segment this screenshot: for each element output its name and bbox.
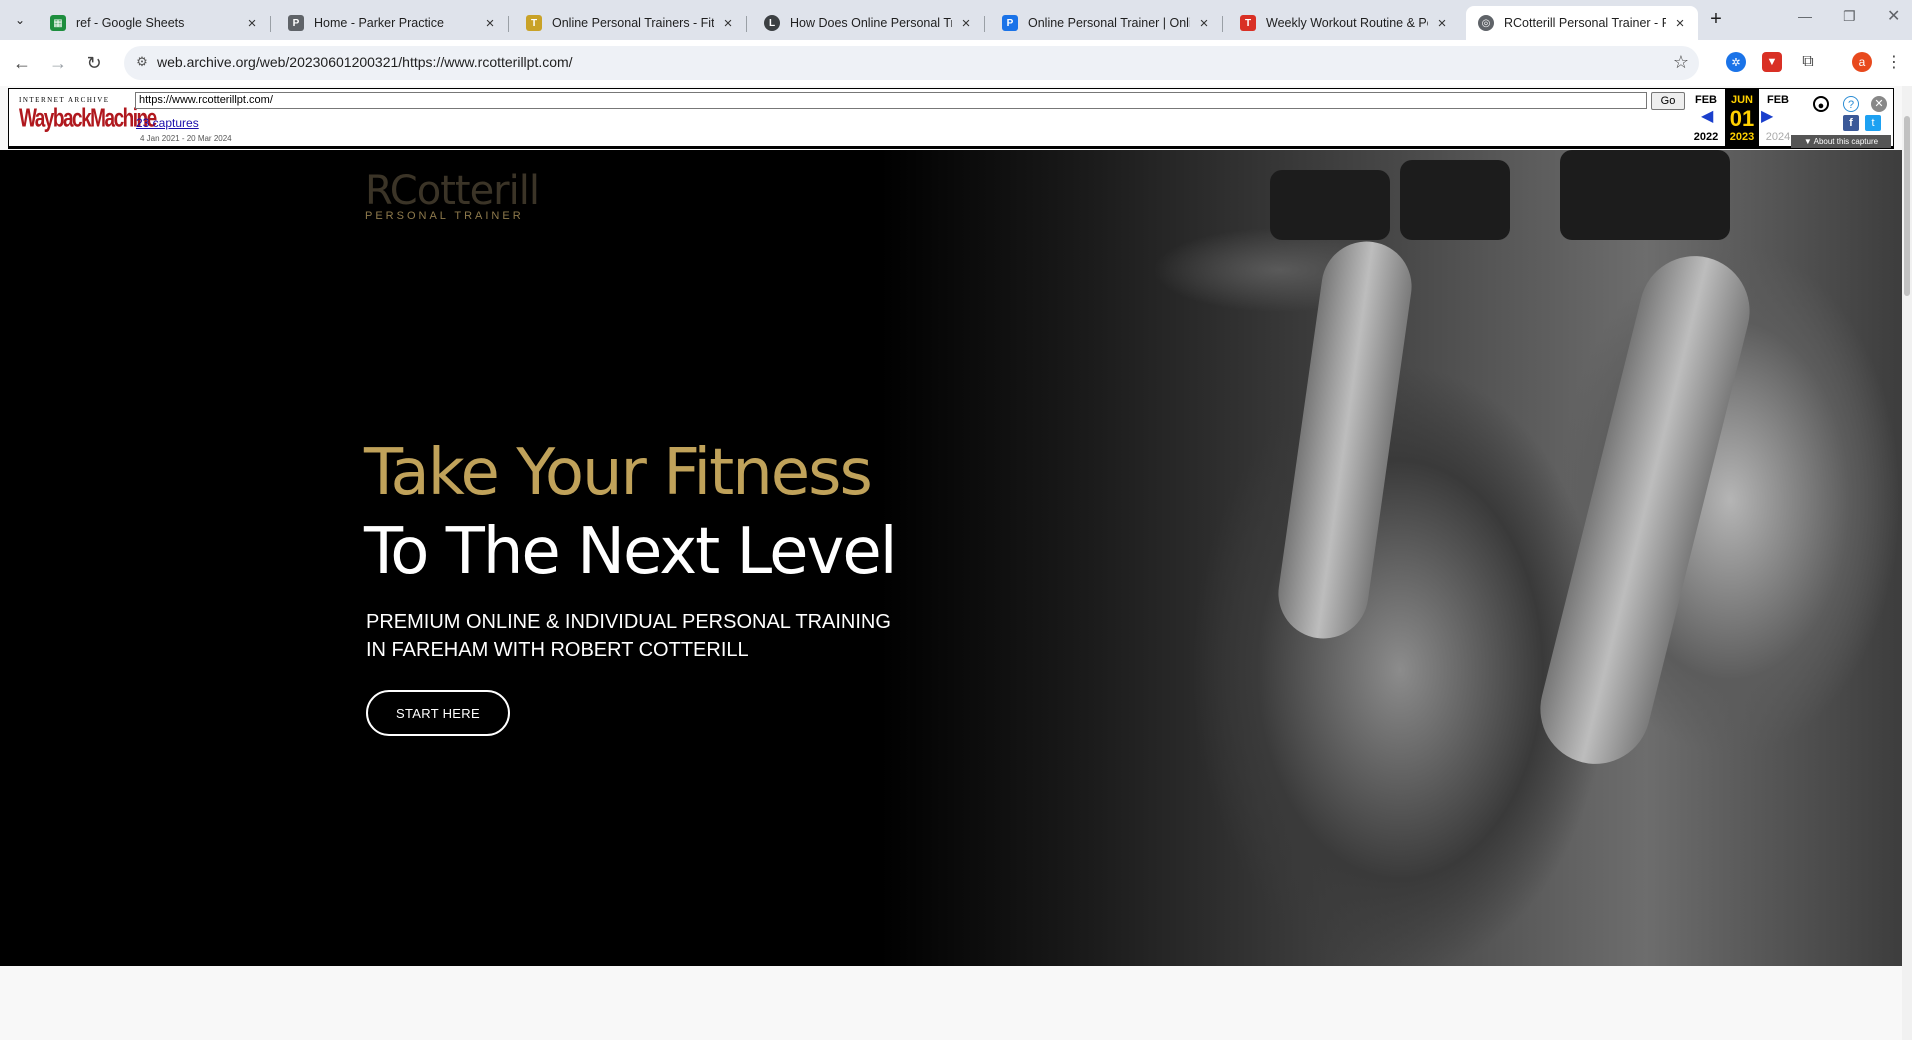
menu-kebab-icon[interactable]: ⋮ <box>1884 52 1904 72</box>
tab-online-personal-trainer[interactable]: P Online Personal Trainer | Online × <box>990 6 1223 40</box>
address-bar-url[interactable]: web.archive.org/web/20230601200321/https… <box>157 54 573 70</box>
bookmark-star-icon[interactable]: ☆ <box>1673 52 1689 73</box>
tab-separator <box>984 16 985 32</box>
tab-strip: ⌄ ▦ ref - Google Sheets × P Home - Parke… <box>0 0 1912 40</box>
tab-title: Online Personal Trainers - Fitne <box>552 16 714 30</box>
back-icon[interactable]: ← <box>10 51 34 75</box>
site-info-icon[interactable]: ⚙ <box>133 54 151 72</box>
next-year: 2024 <box>1765 131 1791 143</box>
dumbbell-shape <box>1400 160 1510 240</box>
wayback-url-input[interactable]: https://www.rcotterillpt.com/ <box>135 92 1647 109</box>
facebook-icon[interactable]: f <box>1843 115 1859 131</box>
help-icon[interactable]: ? <box>1843 96 1859 112</box>
tab-separator <box>1222 16 1223 32</box>
tab-separator <box>746 16 747 32</box>
close-tab-icon[interactable]: × <box>1672 15 1688 32</box>
tab-title: How Does Online Personal Trai <box>790 16 952 30</box>
arm-shape <box>1272 235 1418 645</box>
close-tab-icon[interactable]: × <box>1434 15 1450 32</box>
close-tab-icon[interactable]: × <box>958 15 974 32</box>
hero-section: RCotterill PERSONAL TRAINER Take Your Fi… <box>0 150 1902 966</box>
twitter-icon[interactable]: t <box>1865 115 1881 131</box>
about-capture-button[interactable]: ▼ About this capture <box>1791 135 1891 148</box>
wayback-logo[interactable]: INTERNET ARCHIVE WaybackMachine <box>19 96 157 133</box>
shield-extension-icon[interactable]: ▼ <box>1762 52 1782 72</box>
next-capture-column[interactable]: FEB 2024 <box>1761 89 1795 147</box>
close-tab-icon[interactable]: × <box>1196 15 1212 32</box>
tab-title: Online Personal Trainer | Online <box>1028 16 1190 30</box>
article-favicon-icon: L <box>764 15 780 31</box>
tab-title: Weekly Workout Routine & Per <box>1266 16 1428 30</box>
puzzle-extensions-icon[interactable]: ⧉ <box>1798 52 1818 72</box>
current-capture-column: JUN 01 2023 <box>1725 89 1759 147</box>
current-day: 01 <box>1729 106 1755 131</box>
current-year: 2023 <box>1729 131 1755 143</box>
wayback-brand-top: INTERNET ARCHIVE <box>19 96 110 104</box>
tab-title: Home - Parker Practice <box>314 16 444 30</box>
tab-search-icon[interactable]: ⌄ <box>8 8 32 32</box>
wayback-brand-main: WaybackMachine <box>19 105 157 134</box>
arm-shape <box>1528 244 1762 776</box>
page-viewport: RCotterill PERSONAL TRAINER Take Your Fi… <box>0 86 1902 1040</box>
prev-capture-arrow-icon[interactable]: ◀ <box>1701 106 1713 126</box>
tab-separator <box>270 16 271 32</box>
profile-avatar[interactable]: a <box>1852 52 1872 72</box>
logo-text: RCotterill <box>365 168 540 214</box>
forward-icon[interactable]: → <box>46 51 70 75</box>
tab-online-personal-trainers[interactable]: T Online Personal Trainers - Fitne × <box>514 6 747 40</box>
address-bar[interactable]: ⚙ web.archive.org/web/20230601200321/htt… <box>124 46 1699 80</box>
logo-subtext: PERSONAL TRAINER <box>365 210 524 222</box>
tab-separator <box>508 16 509 32</box>
globe-favicon-icon: ◎ <box>1478 15 1494 31</box>
parker-favicon-icon: P <box>288 15 304 31</box>
close-tab-icon[interactable]: × <box>244 15 260 32</box>
hero-headline-gold: Take Your Fitness <box>364 436 873 510</box>
tab-how-does-online-training[interactable]: L How Does Online Personal Trai × <box>752 6 985 40</box>
new-tab-button[interactable]: + <box>1704 8 1728 32</box>
captures-link[interactable]: 23 captures <box>136 116 199 130</box>
dumbbell-shape <box>1270 170 1390 240</box>
scrollbar-thumb[interactable] <box>1904 116 1910 296</box>
minimize-icon[interactable]: — <box>1798 8 1812 24</box>
hero-subheading: PREMIUM ONLINE & INDIVIDUAL PERSONAL TRA… <box>366 608 926 664</box>
tab-google-sheets[interactable]: ▦ ref - Google Sheets × <box>38 6 271 40</box>
tab-weekly-workout[interactable]: T Weekly Workout Routine & Per × <box>1228 6 1460 40</box>
extension-icon[interactable]: ✲ <box>1726 52 1746 72</box>
site-logo[interactable]: RCotterill PERSONAL TRAINER <box>365 168 540 222</box>
start-here-button[interactable]: START HERE <box>366 690 510 736</box>
workout-favicon-icon: T <box>1240 15 1256 31</box>
gym-hero-image <box>880 150 1902 966</box>
prev-month: FEB <box>1695 94 1717 106</box>
wayback-toolbar: INTERNET ARCHIVE WaybackMachine https://… <box>8 88 1894 149</box>
tp-favicon-icon: P <box>1002 15 1018 31</box>
trainer-favicon-icon: T <box>526 15 542 31</box>
hero-headline-white: To The Next Level <box>364 515 897 589</box>
close-tab-icon[interactable]: × <box>720 15 736 32</box>
restore-icon[interactable]: ❐ <box>1843 8 1856 25</box>
tab-rcotterill-active[interactable]: ◎ RCotterill Personal Trainer - Per × <box>1466 6 1698 40</box>
browser-toolbar: ← → ↻ ⚙ web.archive.org/web/202306012003… <box>0 40 1912 86</box>
sheets-favicon-icon: ▦ <box>50 15 66 31</box>
window-close-icon[interactable]: ✕ <box>1887 6 1900 26</box>
close-tab-icon[interactable]: × <box>482 15 498 32</box>
page-scrollbar[interactable] <box>1902 86 1912 1040</box>
dumbbell-shape <box>1560 150 1730 240</box>
account-icon[interactable]: ● <box>1813 96 1829 112</box>
tab-title: ref - Google Sheets <box>76 16 185 30</box>
capture-date-range: 4 Jan 2021 - 20 Mar 2024 <box>140 134 232 143</box>
wayback-go-button[interactable]: Go <box>1651 92 1685 110</box>
close-wayback-icon[interactable]: ✕ <box>1871 96 1887 112</box>
tab-title: RCotterill Personal Trainer - Per <box>1504 16 1666 30</box>
hero-subheading-line: IN FAREHAM WITH ROBERT COTTERILL <box>366 639 749 661</box>
next-month: FEB <box>1767 94 1789 106</box>
hero-subheading-line: PREMIUM ONLINE & INDIVIDUAL PERSONAL TRA… <box>366 611 891 633</box>
reload-icon[interactable]: ↻ <box>82 51 106 75</box>
tab-parker-practice[interactable]: P Home - Parker Practice × <box>276 6 509 40</box>
prev-year: 2022 <box>1693 131 1719 143</box>
current-month: JUN <box>1730 94 1753 106</box>
